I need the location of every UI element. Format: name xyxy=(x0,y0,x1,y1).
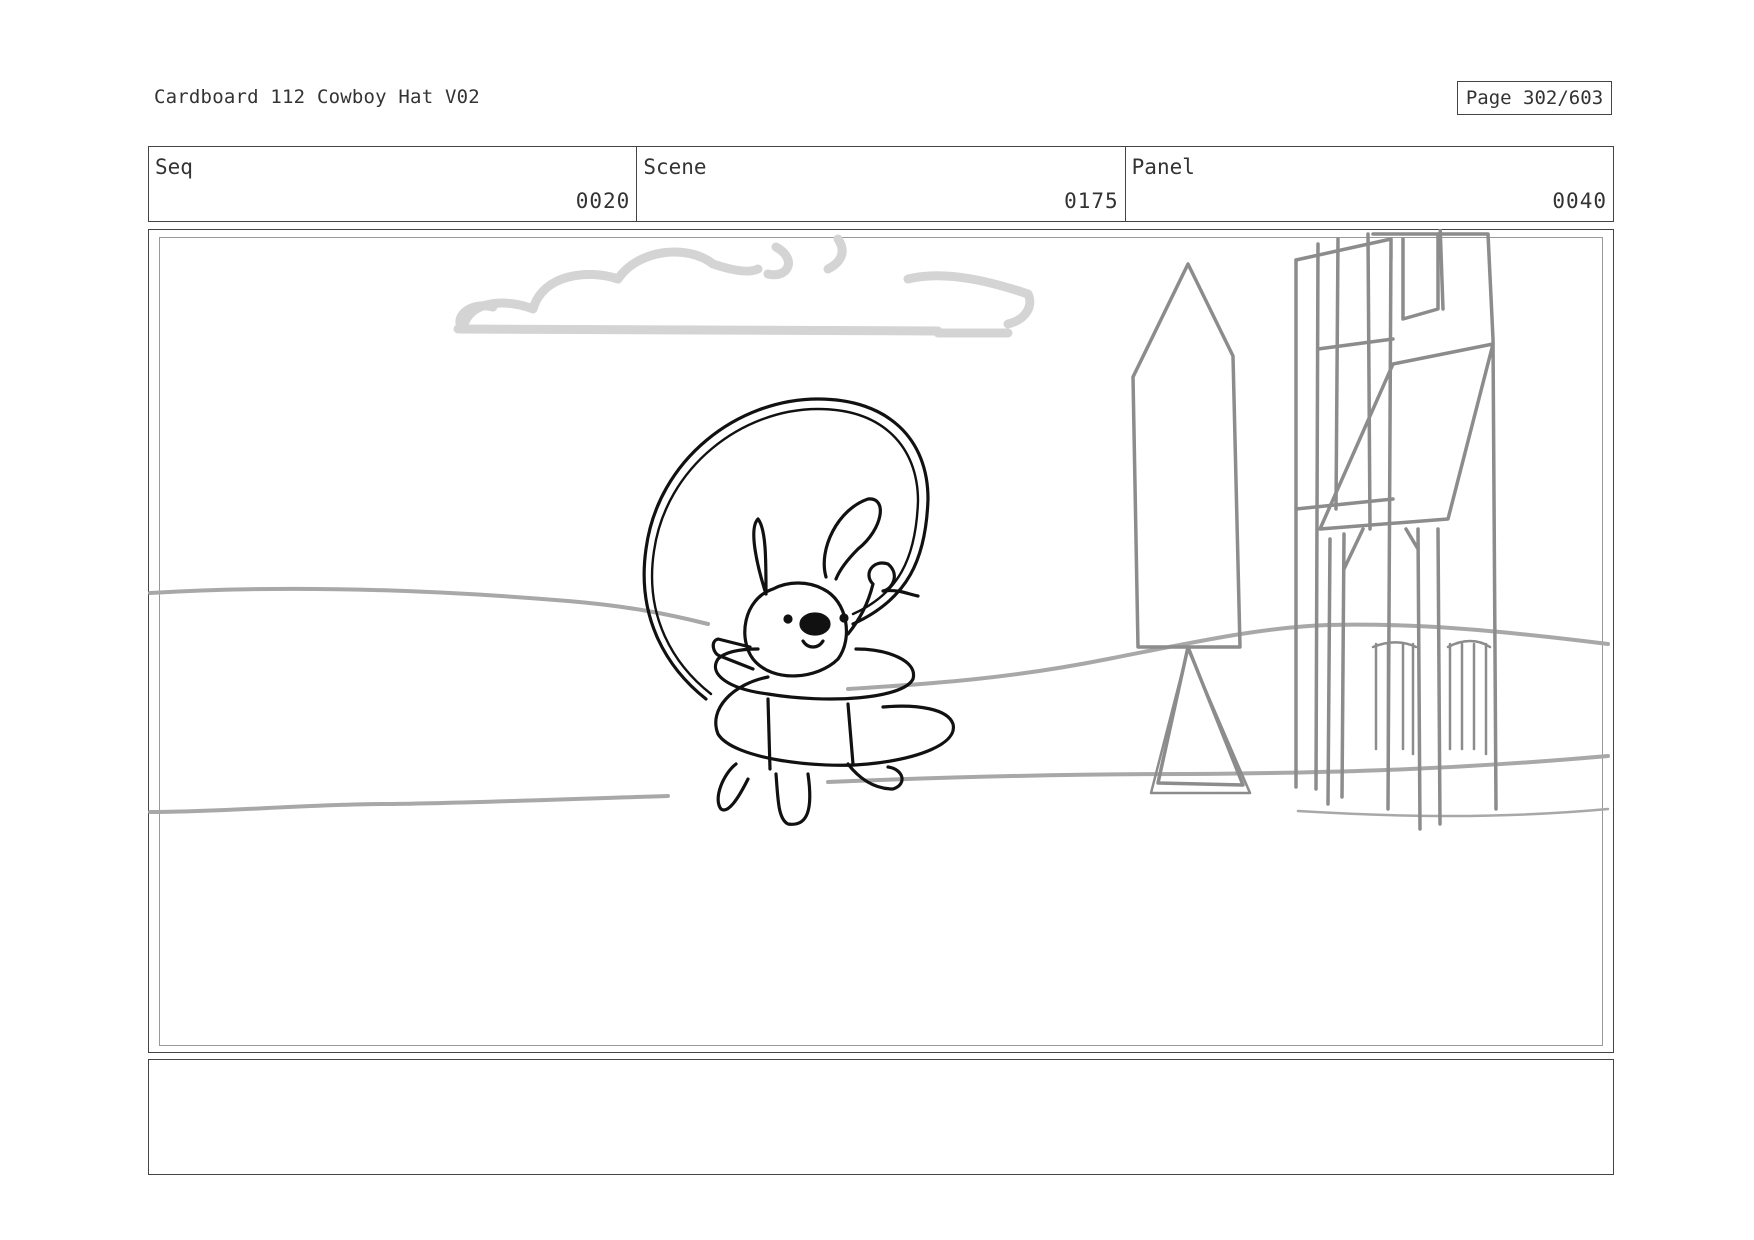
tower-sketch xyxy=(1131,262,1252,795)
seq-value: 0020 xyxy=(575,189,631,213)
storyboard-sketch xyxy=(148,229,1610,831)
page-number: Page 302/603 xyxy=(1457,81,1612,115)
cloud-sketch xyxy=(453,234,1035,338)
panel-info-row: Seq 0020 Scene 0175 Panel 0040 xyxy=(148,146,1614,222)
panel-cell: Panel 0040 xyxy=(1124,147,1613,221)
seq-label: Seq xyxy=(155,155,193,179)
document-title: Cardboard 112 Cowboy Hat V02 xyxy=(154,86,480,108)
bunny-character-sketch xyxy=(642,397,955,826)
scene-label: Scene xyxy=(643,155,707,179)
seq-cell: Seq 0020 xyxy=(149,147,636,221)
scene-value: 0175 xyxy=(1064,189,1119,213)
notes-box xyxy=(148,1059,1614,1175)
building-sketch xyxy=(1294,229,1498,831)
panel-label: Panel xyxy=(1131,155,1195,179)
scene-cell: Scene 0175 xyxy=(636,147,1124,221)
panel-value: 0040 xyxy=(1552,189,1607,213)
